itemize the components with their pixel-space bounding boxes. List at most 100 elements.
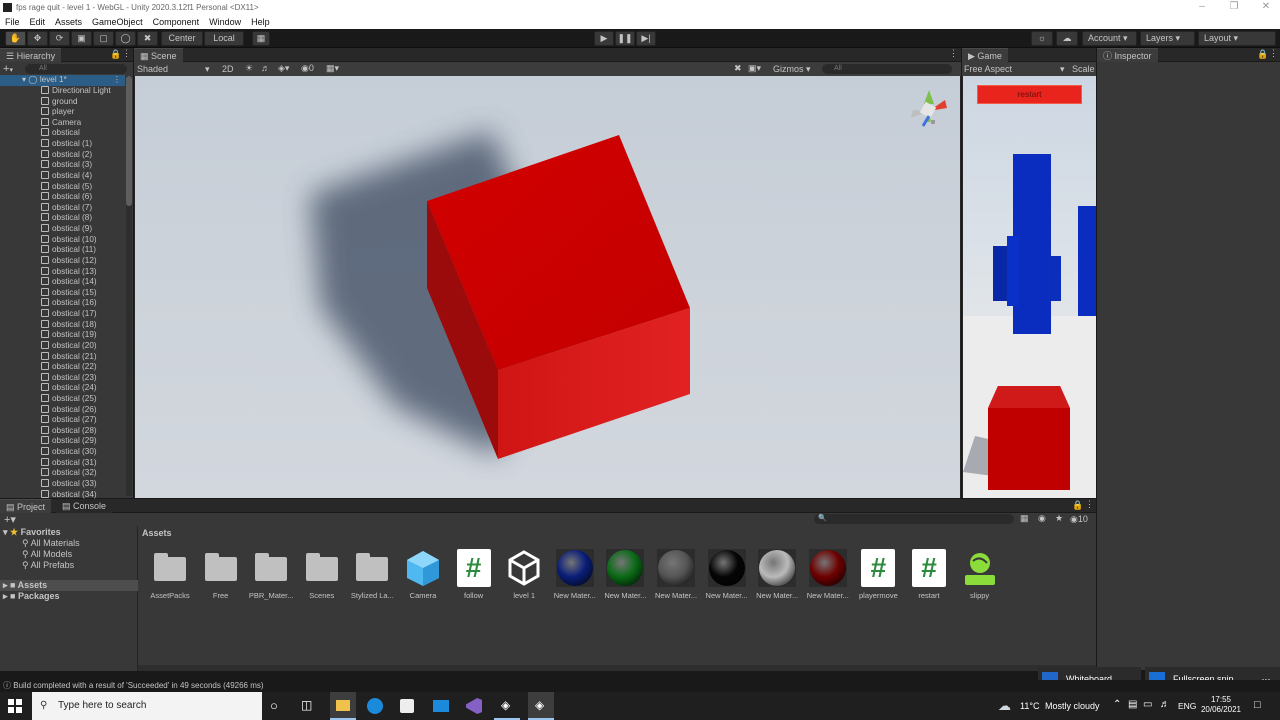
hierarchy-item[interactable]: obstical (5) xyxy=(0,181,125,193)
taskbar-search-input[interactable]: ⚲ Type here to search xyxy=(32,692,262,720)
effects-icon[interactable]: ◈▾ xyxy=(278,63,289,74)
tab-inspector[interactable]: ⓘ Inspector xyxy=(1097,48,1158,62)
asset-item[interactable]: # playermove xyxy=(854,549,902,600)
account-dropdown[interactable]: Account ▾ xyxy=(1082,31,1137,46)
favorite-all-prefabs[interactable]: ⚲ All Prefabs xyxy=(22,560,74,571)
hierarchy-item[interactable]: obstical (29) xyxy=(0,436,125,447)
tools-icon[interactable]: ✖ xyxy=(734,63,742,74)
layers-dropdown[interactable]: Layers ▾ xyxy=(1140,31,1195,46)
hierarchy-search-input[interactable]: All xyxy=(25,64,127,74)
pause-button[interactable]: ❚❚ xyxy=(615,31,635,46)
grid-snap-icon[interactable]: ▦ xyxy=(252,31,270,46)
hierarchy-item[interactable]: obstical (3) xyxy=(0,160,125,171)
maximize-icon[interactable]: ❐ xyxy=(1216,0,1252,14)
collab-icon[interactable]: ☼ xyxy=(1031,31,1053,46)
step-button[interactable]: ▶| xyxy=(636,31,656,46)
unity-editor-app[interactable]: ◈ xyxy=(528,692,554,720)
language-indicator[interactable]: ENG xyxy=(1178,701,1196,711)
task-view-icon[interactable]: ◫ xyxy=(301,698,312,712)
tree-packages[interactable]: ▸ ■ Packages xyxy=(3,591,60,602)
rect-tool-icon[interactable]: ▢ xyxy=(93,31,114,46)
inspector-menu-icon[interactable]: ⋮ xyxy=(1269,48,1278,59)
store-icon[interactable] xyxy=(400,699,414,713)
hierarchy-item[interactable]: obstical (18) xyxy=(0,319,125,331)
hierarchy-item[interactable]: obstical xyxy=(0,128,125,139)
project-lock-icon[interactable]: 🔒 xyxy=(1072,500,1083,511)
scale-tool-icon[interactable]: ▣ xyxy=(71,31,92,46)
hierarchy-item[interactable]: obstical (23) xyxy=(0,372,125,384)
hierarchy-item[interactable]: obstical (32) xyxy=(0,468,125,479)
hierarchy-item[interactable]: obstical (1) xyxy=(0,139,125,150)
hidden-packages-count[interactable]: ◉10 xyxy=(1070,514,1088,525)
menu-component[interactable]: Component xyxy=(148,17,205,27)
layout-dropdown[interactable]: Layout ▾ xyxy=(1198,31,1276,46)
favorite-all-models[interactable]: ⚲ All Models xyxy=(22,549,72,560)
hierarchy-item[interactable]: obstical (21) xyxy=(0,351,125,363)
minimize-icon[interactable]: – xyxy=(1184,0,1220,14)
notification-center-icon[interactable]: □ xyxy=(1254,699,1261,711)
filter-type-icon[interactable]: ▦ xyxy=(1020,513,1029,524)
hierarchy-item[interactable]: obstical (8) xyxy=(0,213,125,224)
hierarchy-item[interactable]: obstical (31) xyxy=(0,457,125,469)
tab-game[interactable]: ▶ Game xyxy=(962,48,1008,62)
visual-studio-icon[interactable] xyxy=(466,698,482,714)
inspector-lock-icon[interactable]: 🔒 xyxy=(1257,49,1268,60)
hierarchy-item[interactable]: obstical (9) xyxy=(0,224,125,235)
close-icon[interactable]: ✕ xyxy=(1248,0,1280,14)
hierarchy-scrollbar[interactable] xyxy=(126,76,132,496)
hierarchy-item[interactable]: obstical (13) xyxy=(0,266,125,278)
asset-item[interactable]: New Mater... xyxy=(804,549,852,600)
hand-tool-icon[interactable]: ✋ xyxy=(5,31,26,46)
edge-icon[interactable] xyxy=(367,698,383,714)
project-add-icon[interactable]: +▾ xyxy=(4,513,16,526)
asset-item[interactable]: slippy xyxy=(956,549,1004,600)
tray-chevron-icon[interactable]: ⌃ xyxy=(1113,699,1121,710)
clock[interactable]: 17:55 20/06/2021 xyxy=(1200,695,1242,715)
tree-assets[interactable]: ▸ ■ Assets xyxy=(0,580,138,591)
asset-item[interactable]: PBR_Mater... xyxy=(247,549,295,600)
asset-item[interactable]: Stylized La... xyxy=(348,549,396,600)
hierarchy-item[interactable]: Directional Light xyxy=(0,86,125,97)
hierarchy-item[interactable]: obstical (7) xyxy=(0,202,125,214)
restart-button[interactable]: restart xyxy=(977,85,1082,104)
audio-icon[interactable]: ♬ xyxy=(261,63,270,73)
gizmos-dropdown[interactable]: Gizmos ▾ xyxy=(773,64,811,75)
asset-item[interactable]: Free xyxy=(197,549,245,600)
scene-gizmo[interactable] xyxy=(911,90,947,127)
pivot-center-toggle[interactable]: Center xyxy=(161,31,203,46)
status-bar[interactable]: ⓘ Build completed with a result of 'Succ… xyxy=(0,680,1280,692)
hierarchy-item[interactable]: obstical (4) xyxy=(0,170,125,182)
lighting-icon[interactable]: ☀ xyxy=(245,63,253,74)
scene-root-row[interactable]: ▾ ◯ level 1* ⋮ xyxy=(0,75,125,86)
unity-hub-app[interactable]: ◈ xyxy=(494,692,520,720)
scene-menu-icon[interactable]: ⋮ xyxy=(949,48,958,59)
weather-desc[interactable]: Mostly cloudy xyxy=(1045,701,1100,711)
hierarchy-item[interactable]: obstical (26) xyxy=(0,404,125,416)
tab-hierarchy[interactable]: ☰ Hierarchy xyxy=(0,48,62,62)
menu-window[interactable]: Window xyxy=(204,17,246,27)
project-breadcrumb[interactable]: Assets xyxy=(142,528,172,538)
hidden-objects-icon[interactable]: ◉0 xyxy=(301,63,314,74)
hierarchy-item[interactable]: obstical (30) xyxy=(0,447,125,458)
filter-label-icon[interactable]: ◉ xyxy=(1038,513,1046,524)
hierarchy-item[interactable]: obstical (25) xyxy=(0,393,125,405)
hierarchy-item[interactable]: obstical (19) xyxy=(0,330,125,341)
camera-icon[interactable]: ▣▾ xyxy=(748,63,761,74)
transform-tool-icon[interactable]: ◯ xyxy=(115,31,136,46)
favorites-header[interactable]: ▾ ★ Favorites xyxy=(3,527,61,538)
custom-tool-icon[interactable]: ✖ xyxy=(137,31,158,46)
asset-item[interactable]: New Mater... xyxy=(652,549,700,600)
pivot-local-toggle[interactable]: Local xyxy=(204,31,244,46)
hierarchy-item[interactable]: obstical (10) xyxy=(0,234,125,246)
menu-help[interactable]: Help xyxy=(246,17,275,27)
cortana-icon[interactable]: ○ xyxy=(270,698,278,713)
scene-viewport[interactable] xyxy=(135,76,960,498)
hierarchy-item[interactable]: obstical (24) xyxy=(0,383,125,394)
hierarchy-item[interactable]: obstical (15) xyxy=(0,287,125,299)
aspect-chevron-icon[interactable]: ▾ xyxy=(1060,64,1065,75)
asset-item[interactable]: # follow xyxy=(450,549,498,600)
shading-chevron-icon[interactable]: ▾ xyxy=(205,64,210,75)
lock-icon[interactable]: 🔒 xyxy=(110,49,121,60)
hierarchy-item[interactable]: obstical (11) xyxy=(0,245,125,256)
project-menu-icon[interactable]: ⋮ xyxy=(1085,499,1094,510)
